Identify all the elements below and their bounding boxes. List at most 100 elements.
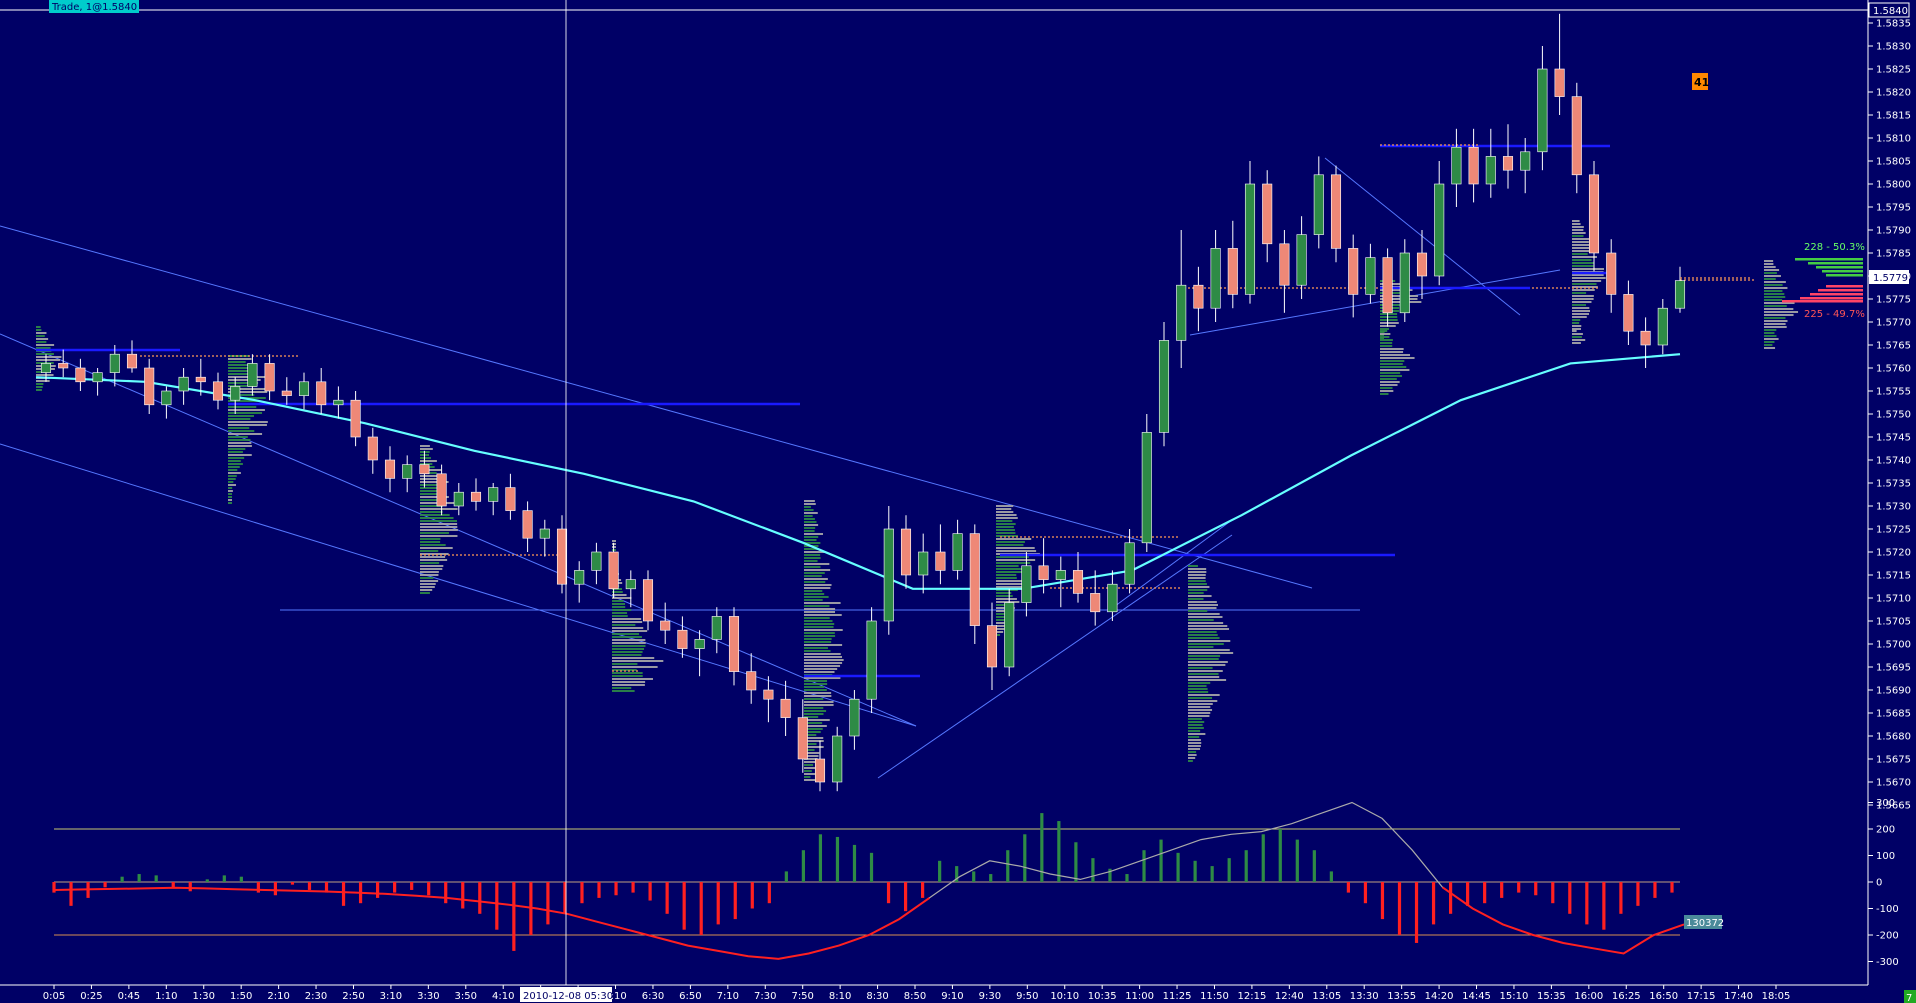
- candle-body: [264, 363, 275, 392]
- profile-bar: [804, 623, 835, 625]
- profile-bar: [1764, 260, 1774, 262]
- profile-bar: [804, 632, 835, 634]
- candle-body: [935, 551, 946, 571]
- candle-body: [1244, 183, 1256, 295]
- profile-bar: [804, 770, 812, 772]
- profile-bar: [1572, 298, 1594, 300]
- candle-body: [1141, 432, 1152, 544]
- profile-bar: [1380, 316, 1398, 318]
- profile-bar: [1188, 607, 1217, 609]
- profile-bar: [612, 639, 646, 641]
- profile-bar: [1764, 335, 1777, 337]
- histogram-bar: [682, 882, 686, 930]
- profile-bar: [996, 517, 1018, 519]
- profile-bar: [804, 524, 819, 526]
- profile-bar: [228, 481, 234, 483]
- profile-bar: [612, 597, 632, 599]
- profile-bar: [996, 526, 1014, 528]
- profile-bar: [804, 575, 822, 577]
- profile-bar: [1188, 634, 1218, 636]
- profile-bar: [996, 574, 1017, 576]
- profile-bar: [36, 326, 41, 328]
- profile-bar: [1764, 266, 1776, 268]
- histogram-bar: [290, 882, 295, 885]
- histogram-bar: [631, 882, 635, 893]
- time-tick-label: 2:50: [342, 991, 364, 1002]
- profile-bar: [1188, 730, 1201, 732]
- profile-bar: [420, 592, 430, 594]
- profile-bar: [1572, 301, 1592, 303]
- profile-bar: [36, 329, 42, 331]
- profile-bar: [1188, 757, 1196, 759]
- candle-body: [505, 487, 516, 511]
- profile-bar: [804, 614, 842, 616]
- profile-bar: [612, 684, 645, 686]
- profile-bar: [420, 550, 439, 552]
- price-tick-label: 1.5735: [1876, 479, 1911, 490]
- profile-bar: [1572, 280, 1602, 282]
- histogram-bar: [767, 882, 771, 904]
- time-tick-label: 2:10: [267, 991, 289, 1002]
- candle-body: [900, 528, 912, 576]
- candle-body: [1399, 252, 1410, 314]
- profile-bar: [228, 364, 249, 366]
- profile-bar: [1188, 643, 1224, 645]
- time-tick-label: 9:10: [941, 991, 963, 1002]
- candle-body: [367, 436, 378, 461]
- profile-bar: [36, 353, 54, 355]
- profile-bar: [1572, 330, 1577, 332]
- price-tick-label: 1.5765: [1876, 341, 1911, 352]
- profile-bar: [1380, 348, 1404, 350]
- profile-bar: [996, 595, 1013, 597]
- profile-bar: [1572, 256, 1597, 258]
- price-tick-label: 1.5700: [1876, 640, 1911, 651]
- trading-chart[interactable]: 1.5835 1.5830 1.5825 1.5820 1.5815 1.5810 1.58…: [0, 0, 1916, 1003]
- histogram-bar: [410, 882, 414, 890]
- profile-bar: [1188, 583, 1207, 585]
- profile-bar: [804, 659, 844, 661]
- profile-bar: [1380, 384, 1398, 386]
- profile-bar: [1188, 601, 1217, 603]
- price-tick-label: 1.5685: [1876, 709, 1911, 720]
- profile-bar: [1188, 709, 1213, 711]
- profile-bar: [1764, 344, 1773, 346]
- price-tick-label: 1.5760: [1876, 364, 1911, 375]
- histogram-bar: [1568, 882, 1572, 914]
- profile-bar: [420, 529, 458, 531]
- histogram-bar: [1602, 882, 1606, 930]
- profile-bar: [1764, 311, 1799, 313]
- candle-body: [1451, 146, 1462, 185]
- time-tick-label: 7:10: [717, 991, 739, 1002]
- profile-bar: [804, 650, 831, 652]
- histogram-bar: [1074, 842, 1078, 882]
- histogram-bar: [1380, 882, 1385, 920]
- candle-body: [1365, 257, 1376, 295]
- profile-bar: [1188, 646, 1214, 648]
- profile-bar: [1572, 259, 1592, 261]
- indicator-tick-label: -100: [1876, 904, 1899, 915]
- profile-bar: [996, 541, 1025, 543]
- profile-bar: [420, 562, 440, 564]
- bid-bar: [1822, 270, 1863, 273]
- profile-bar: [804, 617, 830, 619]
- histogram-bar: [1534, 882, 1538, 896]
- profile-bar: [420, 457, 431, 459]
- profile-bar: [612, 630, 648, 632]
- profile-bar: [1188, 727, 1204, 729]
- time-tick-label: 10:10: [1050, 991, 1079, 1002]
- candle-body: [1038, 565, 1049, 580]
- profile-bar: [804, 569, 831, 571]
- histogram-bar: [1278, 829, 1282, 882]
- profile-bar: [996, 598, 1017, 600]
- candle-body: [178, 376, 189, 392]
- candle-body: [660, 620, 671, 631]
- profile-bar: [1188, 598, 1204, 600]
- profile-bar: [228, 358, 252, 360]
- profile-bar: [1380, 351, 1404, 353]
- profile-bar: [996, 568, 1024, 570]
- instrument-label: Trade, 1@1.5840: [51, 2, 137, 13]
- profile-bar: [804, 590, 823, 592]
- candle-body: [969, 533, 980, 626]
- profile-bar: [612, 609, 632, 611]
- profile-bar: [228, 361, 246, 363]
